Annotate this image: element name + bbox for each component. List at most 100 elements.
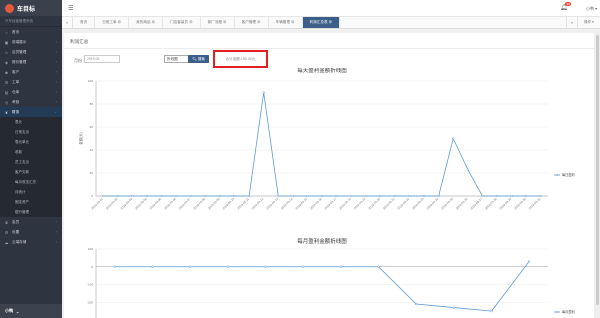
data-point — [490, 309, 493, 313]
data-point — [160, 194, 163, 198]
tag-icon: ◈ — [4, 59, 9, 65]
sidebar-user[interactable]: 小鸭 ⌄ — [0, 304, 62, 318]
submenu-item[interactable]: 固定资产 — [0, 197, 62, 207]
sidebar-item[interactable]: ◷ 考勤 ‹ — [0, 97, 62, 107]
data-point — [277, 194, 280, 198]
legend-label: 每月盈利 — [562, 309, 575, 314]
data-point — [415, 302, 418, 306]
x-tick-label: 2019-03-29 — [499, 197, 513, 211]
customer-icon: ☻ — [4, 69, 9, 75]
finance-submenu: 表元 日常支出 零元单元 收款 员工支出 客户欠款 每月收支汇总 月统计 固定资产 银行管理 — [0, 117, 62, 217]
legend-marker — [555, 173, 559, 177]
tab-bar: « 首页 日常工单 ⊗ 我的商品 ⊗ 门店客装员 ⊗ 新厂流程 ⊗ 客户管理 ⊗ 车辆管理 … — [62, 17, 600, 29]
chevron-icon: ⌄ — [54, 110, 57, 114]
tab[interactable]: 车辆管理 ⊗ — [269, 17, 303, 28]
x-tick-label: 2019-03-05 — [149, 197, 163, 211]
x-tick-label: 2019-03-16 — [309, 197, 323, 211]
chart-title: 每月盈利金额折线图 — [297, 237, 347, 245]
sidebar-item[interactable]: ⚙ 设置 ‹ — [0, 227, 62, 237]
x-tick-label: 2019-03-14 — [280, 197, 294, 211]
submenu-item[interactable]: 员工支出 — [0, 157, 62, 167]
month-input[interactable]: 2019-03 — [84, 55, 120, 63]
data-point — [204, 194, 207, 198]
data-point — [350, 194, 353, 198]
x-tick-label: 2019-03-30 — [513, 197, 527, 211]
tab-operations-menu[interactable]: 操作 ▾ — [577, 17, 600, 28]
tab[interactable]: 日常工单 ⊗ — [95, 17, 130, 28]
member-icon: ♛ — [4, 219, 9, 225]
data-point — [218, 194, 222, 198]
tab-scroll-left-icon[interactable]: « — [62, 17, 73, 28]
sidebar-item[interactable]: ☰ 工单 ‹ — [0, 77, 62, 87]
data-point — [524, 194, 528, 198]
sidebar-item-label: 店员管理 — [12, 49, 27, 54]
monthly-profit-chart: 每月盈利金额折线图 100 0 -100 -200 每月盈利 — [87, 237, 575, 318]
tab[interactable]: 利润汇总表 ⊗ — [302, 17, 341, 28]
chevron-icon: ‹ — [55, 60, 57, 64]
sidebar-item[interactable]: ♛ 会员 ‹ — [0, 217, 62, 227]
daily-profit-chart: 每天盈利金额折线图金额(元)0204060801002019-03-01 2019… — [78, 68, 575, 211]
x-tick-label: 2019-03-09 — [207, 197, 221, 211]
page-scrollbar-thumb[interactable] — [596, 35, 599, 305]
data-point — [189, 194, 192, 198]
y-tick-label: 100 — [88, 79, 93, 83]
x-tick-label: 2019-03-25 — [440, 197, 454, 211]
submenu-item[interactable]: 每月收支汇总 — [0, 177, 62, 187]
search-button[interactable]: 🔍︎ 搜索 — [188, 55, 209, 63]
data-point — [422, 194, 426, 198]
total-amount: 合计金额:150.00元 — [225, 56, 256, 61]
chevron-down-icon: ⌄ — [16, 308, 20, 314]
submenu-item[interactable]: 表元 — [0, 117, 62, 127]
x-tick-label: 2019-03-01 — [90, 197, 104, 211]
y-tick-label: 0 — [91, 265, 93, 269]
sidebar-item[interactable]: ◈ 报价管理 ‹ — [0, 57, 62, 67]
tab[interactable]: 我的商品 ⊗ — [129, 17, 164, 28]
sidebar-item-label: 工单 — [12, 79, 20, 84]
sidebar-item[interactable]: ¥ 财务 ⌄ — [0, 107, 62, 117]
data-point — [377, 265, 380, 268]
tab[interactable]: 门店客装员 ⊗ — [163, 17, 201, 28]
x-tick-label: 2019-03-04 — [134, 197, 148, 211]
chevron-icon: ‹ — [55, 90, 57, 94]
chevron-icon: ‹ — [55, 80, 57, 84]
data-point — [233, 194, 236, 198]
menu-toggle-icon[interactable]: ☰ — [68, 5, 73, 12]
x-tick-label: 2019-03-22 — [397, 197, 411, 211]
tab[interactable]: 客户管理 ⊗ — [235, 17, 269, 28]
sidebar-item[interactable]: ☺ 店员管理 ‹ — [0, 47, 62, 57]
top-user-menu[interactable]: 小鸭 ▾ — [586, 6, 597, 12]
sidebar-item[interactable]: ▣ 前端展示 ‹ — [0, 37, 62, 47]
x-tick-label: 2019-03-07 — [178, 197, 192, 211]
search-button-label: 搜索 — [197, 56, 205, 61]
sidebar-item[interactable]: ☻ 客户 ‹ — [0, 67, 62, 77]
top-header: ☰ 🔔︎ 99 小鸭 ▾ — [62, 0, 600, 17]
submenu-item[interactable]: 收款 — [0, 147, 62, 157]
sidebar-item[interactable]: ⌂ 首页 — [0, 27, 62, 37]
x-tick-label: 2019-03-02 — [105, 197, 119, 211]
sidebar-item[interactable]: ▤ 仓库 ‹ — [0, 87, 62, 97]
submenu-item[interactable]: 银行管理 — [0, 207, 62, 217]
tab[interactable]: 首页 — [73, 17, 96, 28]
user-name: 小鸭 — [5, 308, 13, 313]
data-point — [145, 194, 149, 198]
submenu-item[interactable]: 客户欠款 — [0, 167, 62, 177]
data-point — [291, 194, 294, 198]
tab[interactable]: 新厂流程 ⊗ — [201, 17, 235, 28]
brand[interactable]: 车目标 — [0, 0, 62, 16]
x-tick-label: 2019-03-15 — [294, 197, 308, 211]
users-icon: ☺ — [4, 49, 9, 55]
y-tick-label: 100 — [88, 247, 93, 251]
submenu-item[interactable]: 日常支出 — [0, 127, 62, 137]
y-tick-label: 80 — [90, 102, 94, 106]
data-point — [510, 194, 513, 198]
sidebar-item-label: 报价管理 — [12, 59, 27, 64]
x-tick-label: 2019-03-24 — [426, 197, 440, 211]
order-icon: ☰ — [4, 79, 9, 85]
submenu-item[interactable]: 零元单元 — [0, 137, 62, 147]
submenu-item[interactable]: 月统计 — [0, 187, 62, 197]
data-point — [539, 194, 542, 198]
tab-scroll-right-icon[interactable]: » — [566, 17, 577, 28]
sidebar-item[interactable]: ☁ 云端存储 ‹ — [0, 237, 62, 247]
sidebar: 车目标 汽车经营管理系统 ⌂ 首页 ▣ 前端展示 ‹ ☺ 店员管理 ‹ ◈ 报价管理 ‹ ☻ 客户 ‹ ☰ 工… — [0, 0, 62, 318]
data-point — [175, 194, 178, 198]
